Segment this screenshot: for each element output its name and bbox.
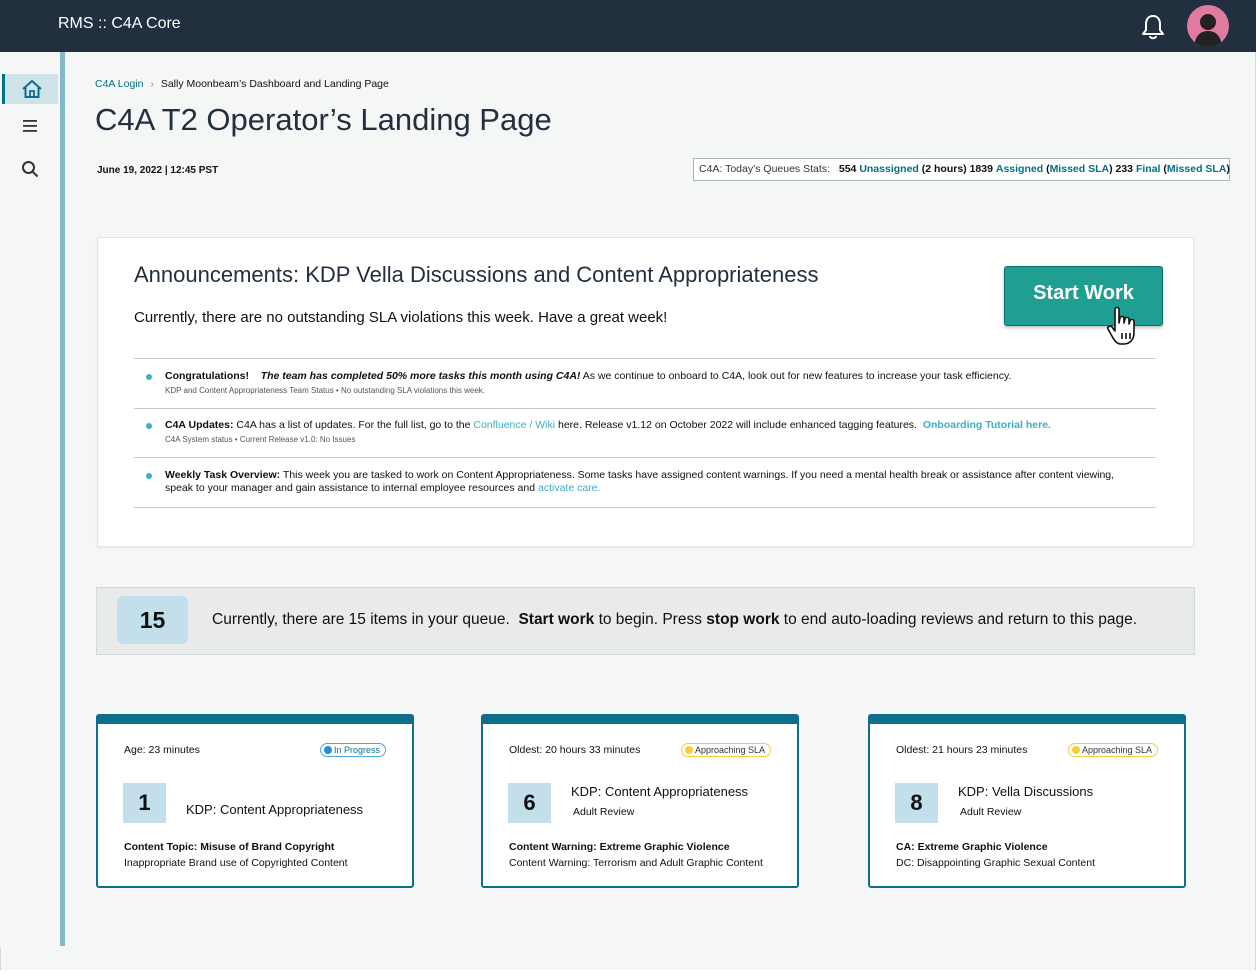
onboarding-tutorial-link[interactable]: Onboarding Tutorial here. [923, 419, 1051, 431]
status-badge: Approaching SLA [1067, 743, 1158, 757]
status-dot-icon [323, 746, 332, 754]
card-title: KDP: Vella Discussions [958, 784, 1094, 799]
announcement-item: Congratulations! The team has completed … [134, 370, 1156, 395]
page-title: C4A T2 Operator’s Landing Page [95, 102, 552, 137]
card-age: Age: 23 minutes [124, 744, 200, 756]
announcement-label: Weekly Task Overview: [165, 469, 281, 481]
card-topic: CA: Extreme Graphic Violence [896, 841, 1048, 853]
announcements-subtitle: Currently, there are no outstanding SLA … [134, 309, 668, 326]
breadcrumb: C4A Login › Sally Moonbeam’s Dashboard a… [95, 78, 389, 90]
final-missed-sla-link[interactable]: Missed SLA [1167, 163, 1227, 175]
unassigned-link[interactable]: Unassigned [859, 163, 919, 175]
assigned-count: 1839 [969, 163, 993, 175]
card-topic: Content Warning: Extreme Graphic Violenc… [509, 841, 730, 853]
sidebar-item-home[interactable] [2, 74, 58, 104]
breadcrumb-link[interactable]: C4A Login [95, 78, 143, 90]
search-icon [22, 161, 39, 178]
announcement-meta: C4A System status • Current Release v1.0… [165, 435, 356, 444]
unassigned-count: 554 [838, 163, 857, 175]
queue-stop-emphasis: stop work [706, 611, 780, 628]
card-description: Content Warning: Terrorism and Adult Gra… [509, 857, 763, 869]
queue-banner: 15 Currently, there are 15 items in your… [96, 587, 1195, 655]
card-title: KDP: Content Appropriateness [571, 784, 749, 799]
card-subtitle: Adult Review [573, 806, 635, 818]
chevron-right-icon: › [150, 78, 154, 90]
card-count: 8 [895, 783, 938, 823]
status-badge-label: In Progress [333, 745, 380, 755]
date-time: June 19, 2022 | 12:45 PST [97, 165, 219, 176]
sidebar [0, 52, 60, 948]
divider [134, 457, 1156, 458]
home-icon [21, 80, 42, 98]
menu-icon [23, 120, 37, 132]
unassigned-note: (2 hours) [921, 163, 967, 175]
sidebar-item-search[interactable] [2, 154, 58, 184]
queue-card[interactable]: Age: 23 minutes In Progress 1 KDP: Conte… [96, 714, 414, 888]
bell-icon[interactable] [1140, 13, 1166, 41]
announcement-text: here. Release v1.12 on October 2022 will… [557, 419, 917, 431]
card-description: DC: Disappointing Graphic Sexual Content [896, 857, 1096, 869]
queue-message: Currently, there are 15 items in your qu… [212, 611, 1137, 629]
final-count: 233 [1115, 163, 1134, 175]
queue-count: 15 [117, 596, 188, 644]
queue-text: Currently, there are 15 items in your qu… [212, 611, 510, 628]
announcements-title: Announcements: KDP Vella Discussions and… [134, 262, 819, 287]
status-dot-icon [684, 746, 693, 754]
app-title: RMS :: C4A Core [58, 15, 181, 32]
top-bar: RMS :: C4A Core [0, 0, 1256, 52]
card-description: Inappropriate Brand use of Copyrighted C… [124, 857, 348, 869]
announcement-label: Congratulations! [165, 370, 249, 382]
announcement-text: This week you are tasked to work on Cont… [282, 469, 1115, 481]
divider [134, 358, 1156, 359]
status-badge-label: Approaching SLA [1081, 745, 1152, 755]
divider [134, 408, 1156, 409]
announcement-text: speak to your manager and gain assistanc… [165, 482, 536, 494]
confluence-wiki-link[interactable]: Confluence / Wiki [473, 419, 555, 431]
queue-card[interactable]: Oldest: 20 hours 33 minutes Approaching … [481, 714, 799, 888]
divider [134, 507, 1156, 508]
card-subtitle: Adult Review [960, 806, 1022, 818]
announcement-emphasis: The team has completed 50% more tasks th… [260, 370, 581, 382]
queue-start-emphasis: Start work [518, 611, 595, 628]
activate-care-link[interactable]: activate care. [538, 482, 600, 494]
bullet-icon [146, 473, 152, 479]
queue-card[interactable]: Oldest: 21 hours 23 minutes Approaching … [868, 714, 1186, 888]
final-link[interactable]: Final [1136, 163, 1161, 175]
breadcrumb-current: Sally Moonbeam’s Dashboard and Landing P… [160, 78, 389, 90]
assigned-missed-sla-link[interactable]: Missed SLA [1050, 163, 1110, 175]
card-age: Oldest: 20 hours 33 minutes [509, 744, 641, 756]
status-badge: In Progress [319, 743, 386, 757]
queue-stats-box: C4A: Today’s Queues Stats: 554 Unassigne… [693, 158, 1230, 181]
assigned-link[interactable]: Assigned [996, 163, 1043, 175]
stats-label: C4A: Today’s Queues Stats: [699, 163, 830, 175]
announcement-item: Weekly Task Overview: This week you are … [134, 469, 1156, 495]
status-dot-icon [1071, 746, 1080, 754]
bullet-icon [146, 423, 152, 429]
card-count: 6 [508, 783, 551, 823]
announcement-text: As we continue to onboard to C4A, look o… [582, 370, 1012, 382]
announcements-panel: Announcements: KDP Vella Discussions and… [97, 237, 1194, 547]
sidebar-rail [60, 52, 65, 946]
announcement-meta: KDP and Content Appropriateness Team Sta… [165, 386, 486, 395]
avatar[interactable] [1187, 5, 1229, 47]
bullet-icon [146, 374, 152, 380]
hand-cursor-icon [1107, 306, 1135, 345]
announcement-item: C4A Updates: C4A has a list of updates. … [134, 419, 1156, 444]
card-title: KDP: Content Appropriateness [186, 802, 364, 817]
announcement-label: C4A Updates: [165, 419, 234, 431]
queue-text: to end auto-loading reviews and return t… [783, 611, 1138, 628]
status-badge-label: Approaching SLA [694, 745, 765, 755]
card-age: Oldest: 21 hours 23 minutes [896, 744, 1028, 756]
status-badge: Approaching SLA [680, 743, 771, 757]
card-count: 1 [123, 783, 166, 823]
queue-text: to begin. Press [598, 611, 702, 628]
card-topic: Content Topic: Misuse of Brand Copyright [124, 841, 335, 853]
sidebar-item-menu[interactable] [2, 111, 58, 141]
announcement-text: C4A has a list of updates. For the full … [236, 419, 471, 431]
